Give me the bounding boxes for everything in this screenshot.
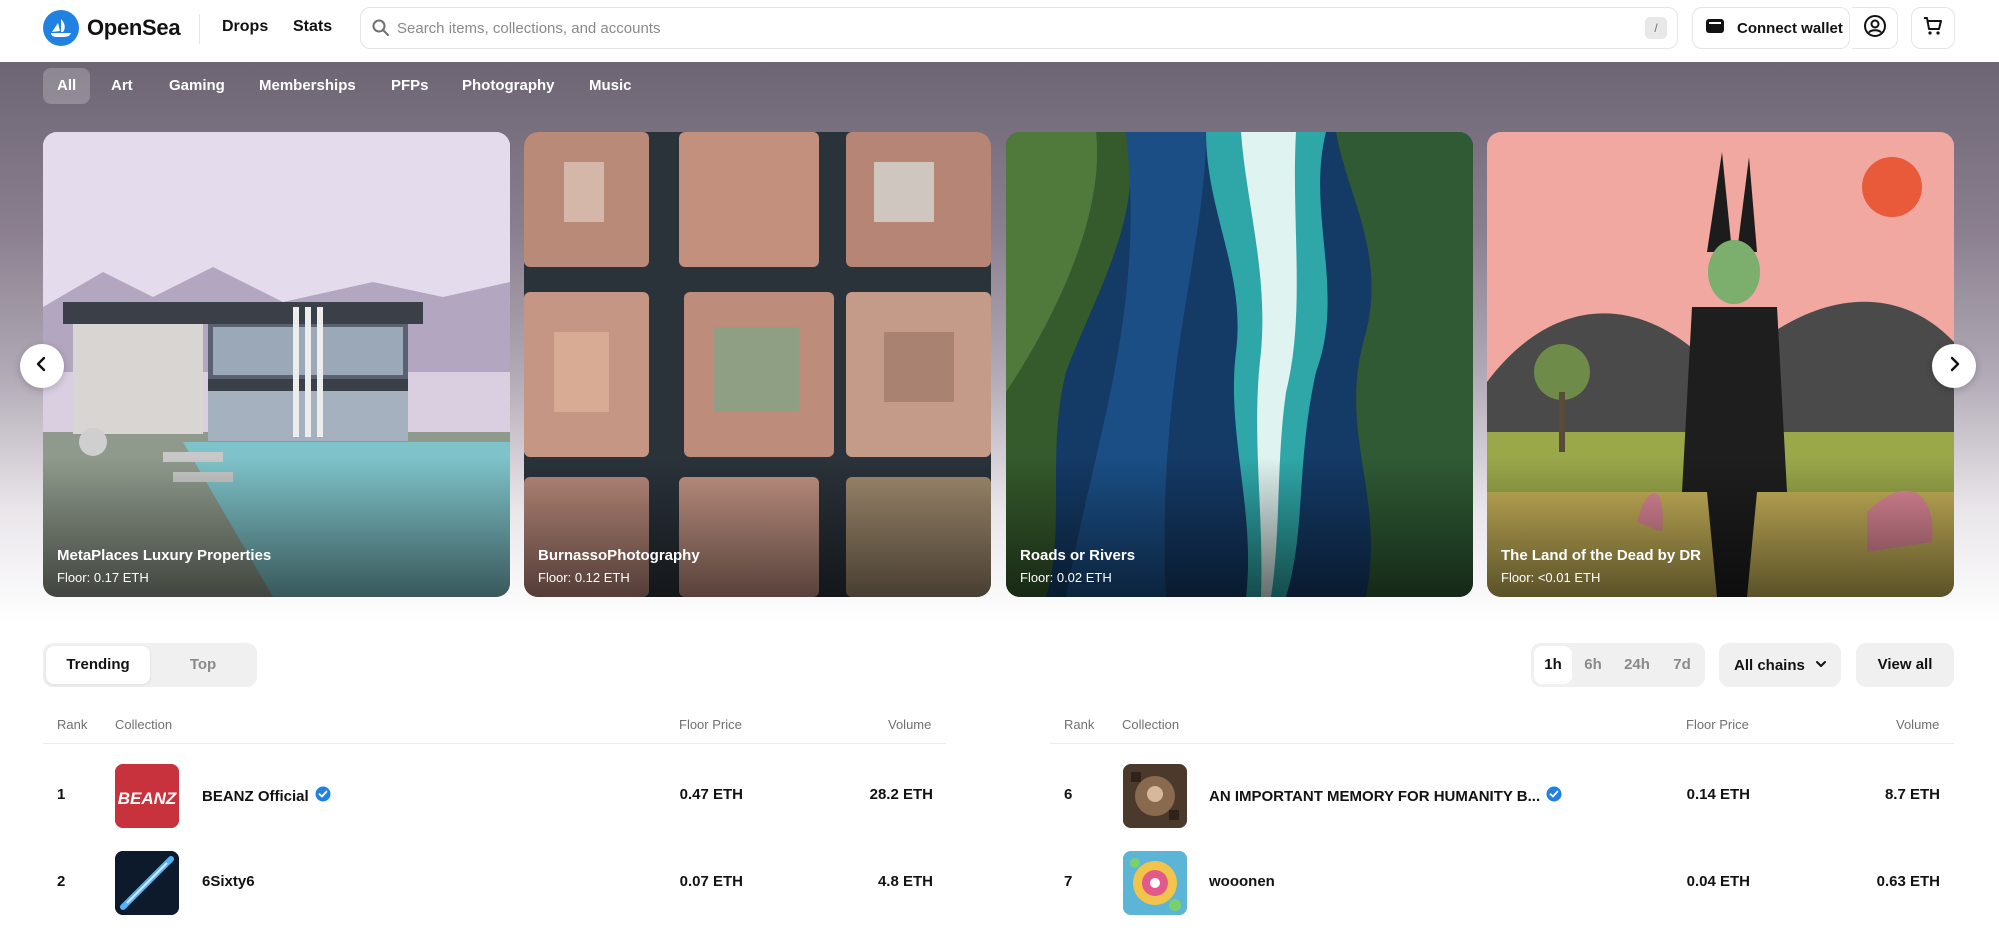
- row-rank: 2: [57, 873, 66, 890]
- collection-name-text: wooonen: [1209, 873, 1275, 890]
- nav-stats[interactable]: Stats: [293, 18, 332, 36]
- profile-button[interactable]: [1852, 7, 1898, 49]
- category-tab-gaming[interactable]: Gaming: [155, 68, 239, 104]
- carousel-next-button[interactable]: [1932, 344, 1976, 388]
- connect-wallet-label: Connect wallet: [1737, 19, 1843, 37]
- featured-card[interactable]: Roads or Rivers Floor: 0.02 ETH: [1006, 132, 1473, 597]
- stats-tab-toggle: Trending Top: [43, 643, 257, 687]
- volume: 28.2 ETH: [869, 786, 933, 803]
- category-tab-pfps[interactable]: PFPs: [377, 68, 443, 104]
- search-shortcut-key: /: [1645, 17, 1667, 39]
- chevron-right-icon: [1946, 356, 1962, 377]
- carousel-prev-button[interactable]: [20, 344, 64, 388]
- collection-thumbnail: BEANZ: [115, 764, 179, 828]
- brand-name: OpenSea: [87, 15, 181, 40]
- time-range-toggle: 1h 6h 24h 7d: [1531, 643, 1705, 687]
- hero-section: All Art Gaming Memberships PFPs Photogra…: [0, 62, 1999, 622]
- time-range-24h[interactable]: 24h: [1614, 646, 1660, 684]
- card-caption: BurnassoPhotography Floor: 0.12 ETH: [538, 547, 700, 585]
- card-floor-price: Floor: <0.01 ETH: [1501, 570, 1601, 585]
- featured-card[interactable]: The Land of the Dead by DR Floor: <0.01 …: [1487, 132, 1954, 597]
- collection-thumbnail: [1123, 764, 1187, 828]
- time-range-7d[interactable]: 7d: [1662, 646, 1702, 684]
- top-header: OpenSea Drops Stats / Connect wallet: [0, 0, 1999, 62]
- collection-thumbnail: [115, 851, 179, 915]
- chevron-down-icon: [1815, 657, 1827, 674]
- collection-name: 6Sixty6: [202, 873, 255, 890]
- collection-name-text: AN IMPORTANT MEMORY FOR HUMANITY B...: [1209, 787, 1541, 805]
- brand-logo[interactable]: OpenSea: [43, 10, 181, 46]
- chain-filter-label: All chains: [1734, 656, 1805, 674]
- table-divider: [43, 743, 946, 744]
- collection-name: AN IMPORTANT MEMORY FOR HUMANITY B...: [1209, 786, 1562, 806]
- card-floor-price: Floor: 0.02 ETH: [1020, 570, 1112, 585]
- card-title: MetaPlaces Luxury Properties: [57, 547, 272, 564]
- card-caption: The Land of the Dead by DR Floor: <0.01 …: [1501, 547, 1701, 585]
- collection-name: wooonen: [1209, 873, 1275, 890]
- category-tab-art[interactable]: Art: [97, 68, 147, 104]
- category-tab-memberships[interactable]: Memberships: [245, 68, 370, 104]
- cart-icon: [1922, 15, 1944, 42]
- volume: 8.7 ETH: [1884, 786, 1940, 803]
- category-tab-all[interactable]: All: [43, 68, 91, 104]
- column-header-rank: Rank: [1064, 717, 1095, 732]
- category-tab-photography[interactable]: Photography: [448, 68, 569, 104]
- featured-card[interactable]: MetaPlaces Luxury Properties Floor: 0.17…: [43, 132, 510, 597]
- nav-divider: [199, 14, 200, 44]
- verified-badge-icon: [1546, 786, 1562, 806]
- floor-price: 0.14 ETH: [1686, 786, 1750, 803]
- thumbnail-text: BEANZ: [118, 789, 177, 808]
- card-floor-price: Floor: 0.17 ETH: [57, 570, 149, 585]
- row-rank: 6: [1064, 786, 1073, 803]
- tab-trending[interactable]: Trending: [46, 646, 150, 684]
- column-header-rank: Rank: [57, 717, 88, 732]
- profile-icon: [1863, 14, 1887, 43]
- opensea-logo-icon: [43, 10, 79, 46]
- connect-wallet-button[interactable]: Connect wallet: [1692, 7, 1850, 49]
- column-header-floor-price[interactable]: Floor Price: [1686, 717, 1749, 732]
- time-range-1h[interactable]: 1h: [1534, 646, 1572, 684]
- card-title: The Land of the Dead by DR: [1501, 547, 1702, 564]
- wallet-icon: [1705, 18, 1725, 39]
- card-title: BurnassoPhotography: [538, 547, 700, 564]
- view-all-button[interactable]: View all: [1856, 643, 1954, 687]
- table-divider: [1050, 743, 1954, 744]
- collection-thumbnail: [1123, 851, 1187, 915]
- column-header-collection: Collection: [115, 717, 173, 732]
- card-title: Roads or Rivers: [1020, 547, 1136, 564]
- column-header-volume[interactable]: Volume: [888, 717, 931, 732]
- floor-price: 0.04 ETH: [1686, 873, 1750, 890]
- search-icon: [371, 18, 391, 43]
- collection-name-text: 6Sixty6: [202, 873, 255, 890]
- collection-name: BEANZ Official: [202, 786, 331, 806]
- row-rank: 7: [1064, 873, 1073, 890]
- card-floor-price: Floor: 0.12 ETH: [538, 570, 630, 585]
- verified-badge-icon: [315, 786, 331, 806]
- search-input[interactable]: [397, 8, 1597, 48]
- card-caption: Roads or Rivers Floor: 0.02 ETH: [1020, 547, 1135, 585]
- floor-price: 0.07 ETH: [679, 873, 743, 890]
- featured-card[interactable]: BurnassoPhotography Floor: 0.12 ETH: [524, 132, 991, 597]
- volume: 4.8 ETH: [877, 873, 933, 890]
- row-rank: 1: [57, 786, 66, 803]
- collection-name-text: BEANZ Official: [202, 787, 309, 805]
- volume: 0.63 ETH: [1876, 873, 1940, 890]
- search-bar[interactable]: /: [360, 7, 1678, 49]
- nav-drops[interactable]: Drops: [222, 18, 268, 36]
- column-header-volume[interactable]: Volume: [1896, 717, 1939, 732]
- column-header-floor-price[interactable]: Floor Price: [679, 717, 742, 732]
- floor-price: 0.47 ETH: [679, 786, 743, 803]
- column-header-collection: Collection: [1122, 717, 1180, 732]
- chain-filter-dropdown[interactable]: All chains: [1719, 643, 1841, 687]
- chevron-left-icon: [34, 356, 50, 377]
- card-caption: MetaPlaces Luxury Properties Floor: 0.17…: [57, 547, 271, 585]
- category-tab-music[interactable]: Music: [575, 68, 646, 104]
- time-range-6h[interactable]: 6h: [1574, 646, 1612, 684]
- cart-button[interactable]: [1911, 7, 1955, 49]
- tab-top[interactable]: Top: [153, 646, 253, 684]
